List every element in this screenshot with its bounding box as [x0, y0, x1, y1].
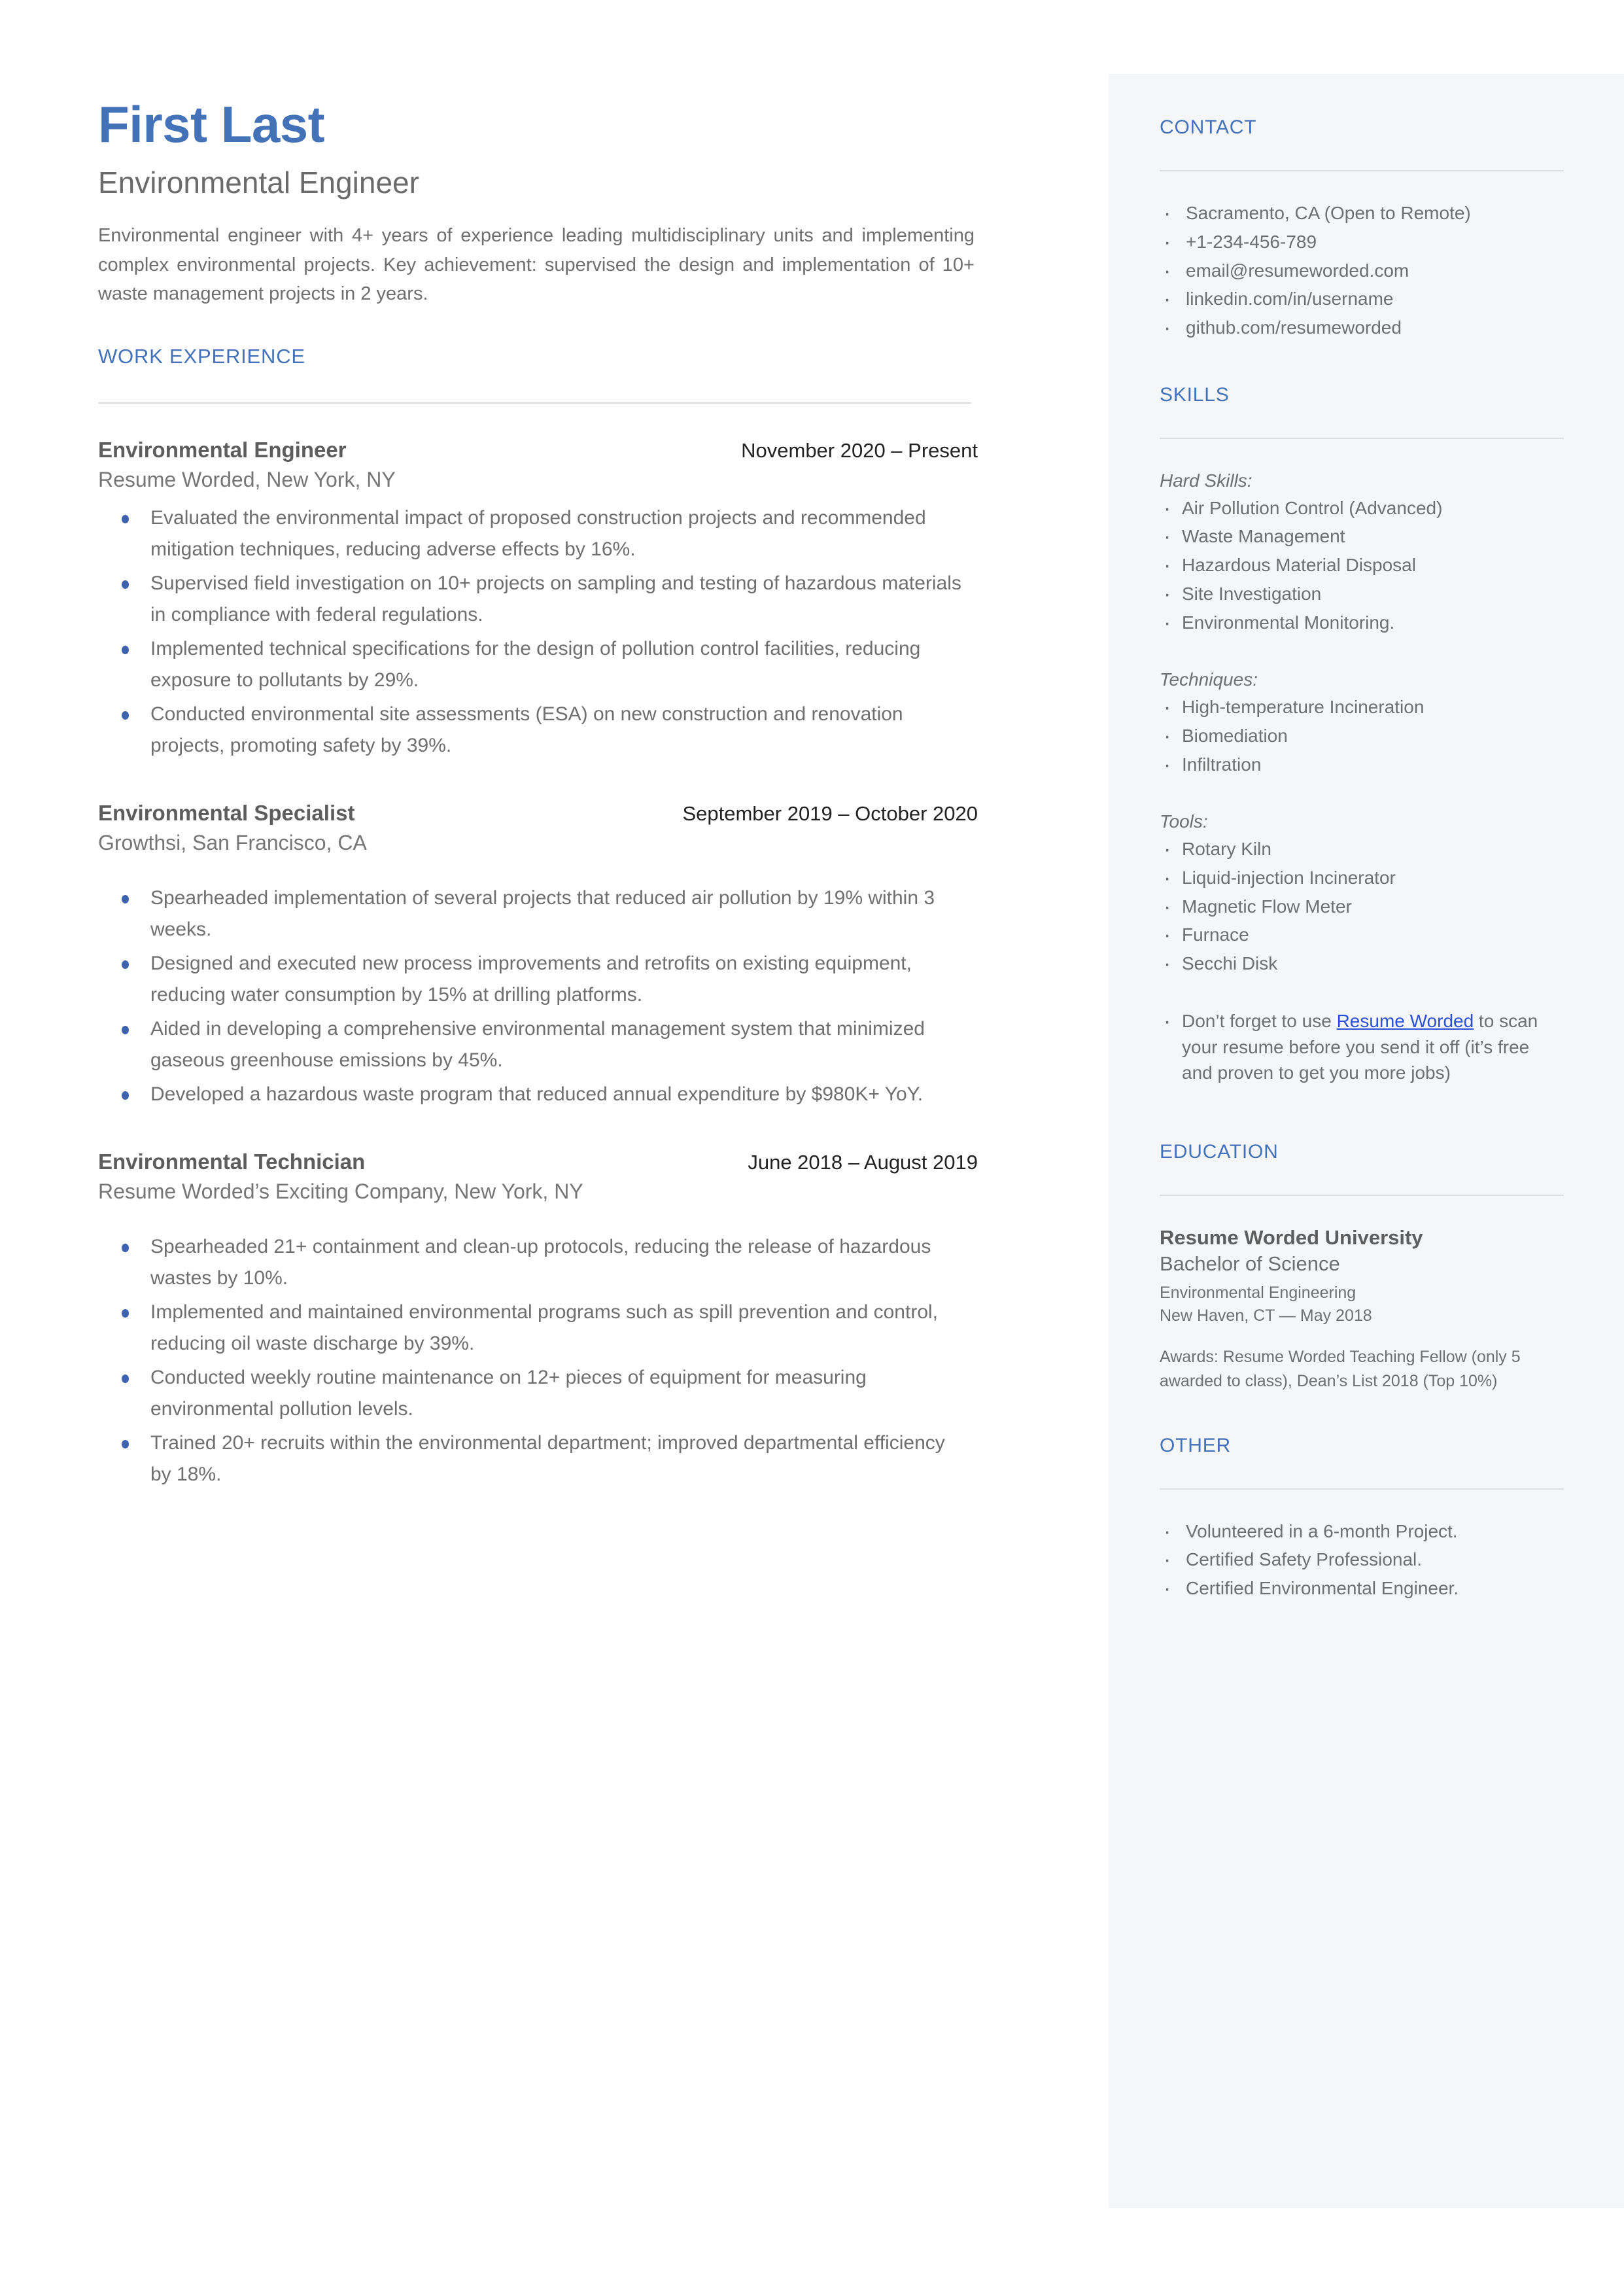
job-bullet-list: Evaluated the environmental impact of pr… — [98, 502, 978, 762]
section-divider-work-experience — [98, 402, 971, 404]
skills-list-hard-skills: Air Pollution Control (Advanced) Waste M… — [1160, 493, 1564, 639]
skill-item: High-temperature Incineration — [1160, 692, 1564, 723]
job-header-row: Environmental Technician June 2018 – Aug… — [98, 1149, 978, 1174]
job-bullet: Spearheaded 21+ containment and clean-up… — [98, 1231, 961, 1294]
job-role: Environmental Technician — [98, 1149, 366, 1174]
job-role: Environmental Specialist — [98, 800, 355, 825]
sidebar-divider-education — [1160, 1195, 1564, 1196]
professional-summary: Environmental engineer with 4+ years of … — [98, 225, 975, 304]
sidebar-section-title-skills: SKILLS — [1160, 383, 1230, 406]
candidate-job-title: Environmental Engineer — [98, 165, 419, 200]
sidebar-divider-skills — [1160, 437, 1564, 439]
job-bullet: Spearheaded implementation of several pr… — [98, 883, 961, 945]
sidebar-divider-other — [1160, 1488, 1564, 1490]
resume-worded-promo-note: Don’t forget to use Resume Worded to sca… — [1160, 1006, 1564, 1086]
contact-github[interactable]: github.com/resumeworded — [1160, 312, 1564, 343]
skills-group-label-techniques: Techniques: — [1160, 669, 1258, 690]
education-school: Resume Worded University — [1160, 1226, 1423, 1249]
job-dates: November 2020 – Present — [741, 438, 978, 462]
education-location-date: New Haven, CT — May 2018 — [1160, 1306, 1372, 1325]
sidebar-section-title-other: OTHER — [1160, 1434, 1231, 1456]
job-bullet-list: Spearheaded 21+ containment and clean-up… — [98, 1231, 978, 1490]
other-list: Volunteered in a 6-month Project. Certif… — [1160, 1516, 1564, 1604]
skill-item: Rotary Kiln — [1160, 833, 1564, 865]
skill-item: Liquid-injection Incinerator — [1160, 862, 1564, 894]
main-column: First Last Environmental Engineer Enviro… — [98, 96, 978, 1499]
job-entry: Environmental Specialist September 2019 … — [98, 801, 978, 1110]
skill-item: Furnace — [1160, 919, 1564, 951]
job-company: Resume Worded’s Exciting Company, New Yo… — [98, 1179, 583, 1203]
skill-item: Infiltration — [1160, 749, 1564, 780]
job-bullet: Implemented technical specifications for… — [98, 633, 961, 696]
job-bullet: Aided in developing a comprehensive envi… — [98, 1013, 961, 1076]
contact-email[interactable]: email@resumeworded.com — [1160, 255, 1564, 287]
contact-linkedin[interactable]: linkedin.com/in/username — [1160, 283, 1564, 315]
job-bullet: Conducted environmental site assessments… — [98, 699, 961, 762]
job-dates: September 2019 – October 2020 — [682, 801, 978, 825]
education-degree: Bachelor of Science — [1160, 1252, 1340, 1276]
skill-item: Site Investigation — [1160, 578, 1564, 610]
skill-item: Secchi Disk — [1160, 948, 1564, 979]
job-bullet: Trained 20+ recruits within the environm… — [98, 1428, 961, 1490]
job-bullet: Designed and executed new process improv… — [98, 948, 961, 1011]
skill-item: Magnetic Flow Meter — [1160, 891, 1564, 922]
job-bullet: Developed a hazardous waste program that… — [98, 1079, 961, 1110]
candidate-name: First Last — [98, 96, 325, 153]
job-dates: June 2018 – August 2019 — [748, 1150, 978, 1174]
contact-list: Sacramento, CA (Open to Remote) +1-234-4… — [1160, 198, 1564, 343]
skill-item: Hazardous Material Disposal — [1160, 550, 1564, 581]
other-item: Volunteered in a 6-month Project. — [1160, 1516, 1564, 1547]
other-item: Certified Environmental Engineer. — [1160, 1573, 1564, 1604]
other-item: Certified Safety Professional. — [1160, 1544, 1564, 1575]
education-awards: Awards: Resume Worded Teaching Fellow (o… — [1160, 1347, 1521, 1391]
job-header-row: Environmental Specialist September 2019 … — [98, 801, 978, 826]
education-field: Environmental Engineering — [1160, 1283, 1356, 1302]
skill-item: Air Pollution Control (Advanced) — [1160, 493, 1564, 524]
promo-note-prefix: Don’t forget to use — [1182, 1010, 1337, 1031]
job-bullet: Supervised field investigation on 10+ pr… — [98, 568, 961, 631]
skills-list-tools: Rotary Kiln Liquid-injection Incinerator… — [1160, 833, 1564, 979]
job-bullet-list: Spearheaded implementation of several pr… — [98, 883, 978, 1110]
sidebar-section-title-education: EDUCATION — [1160, 1141, 1279, 1163]
skill-item: Waste Management — [1160, 521, 1564, 552]
job-entry: Environmental Engineer November 2020 – P… — [98, 438, 978, 762]
job-header-row: Environmental Engineer November 2020 – P… — [98, 438, 978, 463]
job-role: Environmental Engineer — [98, 437, 347, 462]
section-title-work-experience: WORK EXPERIENCE — [98, 344, 305, 368]
contact-location: Sacramento, CA (Open to Remote) — [1160, 198, 1564, 229]
job-bullet: Conducted weekly routine maintenance on … — [98, 1362, 961, 1425]
skills-group-label-hard-skills: Hard Skills: — [1160, 470, 1253, 491]
job-company: Resume Worded, New York, NY — [98, 467, 396, 491]
skills-group-label-tools: Tools: — [1160, 811, 1208, 832]
job-entry: Environmental Technician June 2018 – Aug… — [98, 1149, 978, 1490]
job-bullet: Evaluated the environmental impact of pr… — [98, 502, 961, 565]
sidebar-divider-contact — [1160, 170, 1564, 171]
skill-item: Biomediation — [1160, 720, 1564, 752]
resume-worded-link[interactable]: Resume Worded — [1337, 1011, 1474, 1031]
sidebar-section-title-contact: CONTACT — [1160, 116, 1257, 138]
job-bullet: Implemented and maintained environmental… — [98, 1297, 961, 1359]
contact-phone: +1-234-456-789 — [1160, 226, 1564, 258]
skills-list-techniques: High-temperature Incineration Biomediati… — [1160, 692, 1564, 780]
skill-item: Environmental Monitoring. — [1160, 607, 1564, 639]
job-company: Growthsi, San Francisco, CA — [98, 830, 367, 854]
resume-page: First Last Environmental Engineer Enviro… — [0, 0, 1624, 2295]
sidebar: CONTACT Sacramento, CA (Open to Remote) … — [1109, 74, 1624, 2208]
